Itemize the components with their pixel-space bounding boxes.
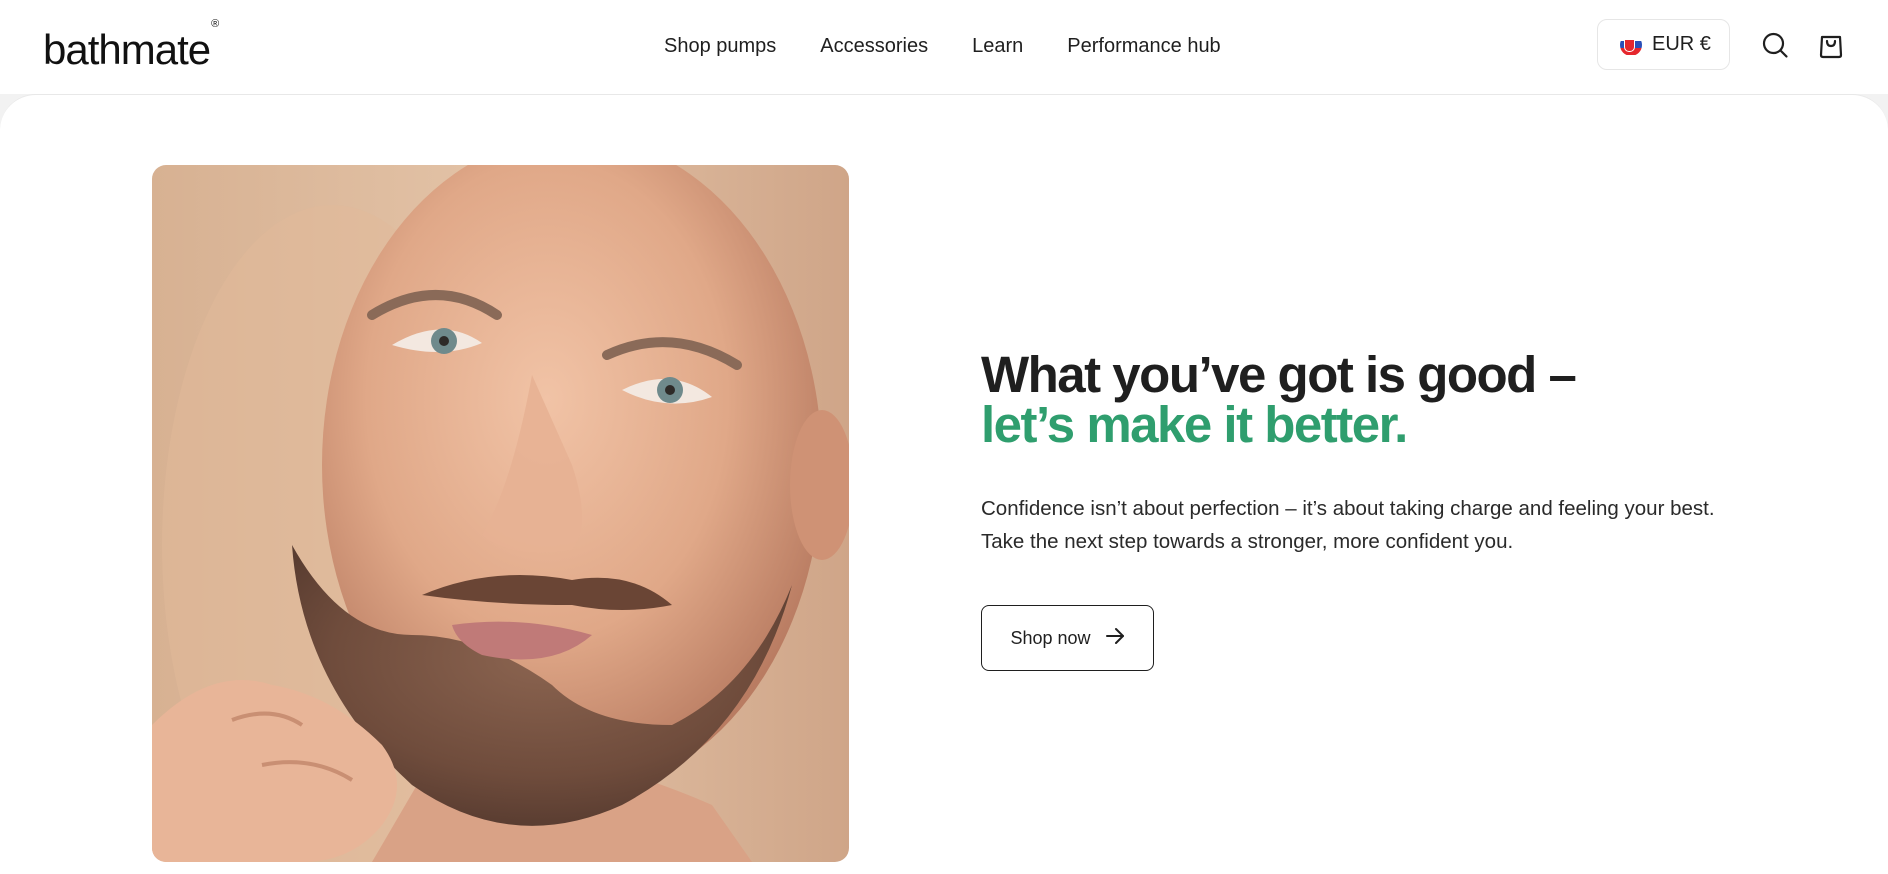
currency-label: EUR €	[1652, 33, 1711, 55]
bathmate-logo[interactable]: bathmate®	[43, 18, 219, 75]
search-icon[interactable]	[1761, 31, 1789, 59]
shop-now-button[interactable]: Shop now	[981, 605, 1154, 671]
headline-line-1: What you’ve got is good –	[981, 346, 1577, 403]
hero-headline: What you’ve got is good – let’s make it …	[981, 349, 1577, 453]
main-nav: Shop pumps Accessories Learn Performance…	[664, 30, 1221, 62]
nav-learn[interactable]: Learn	[972, 30, 1023, 62]
registered-mark: ®	[211, 18, 219, 30]
headline-line-2: let’s make it better.	[981, 396, 1408, 453]
shop-now-label: Shop now	[1010, 627, 1091, 648]
description-line-2: Take the next step towards a stronger, m…	[981, 530, 1514, 553]
arrow-right-icon	[1105, 627, 1125, 650]
currency-selector[interactable]: EUR €	[1597, 19, 1730, 70]
hero-section: What you’ve got is good – let’s make it …	[0, 94, 1888, 874]
shopping-bag-icon[interactable]	[1817, 31, 1845, 59]
hero-description: Confidence isn’t about perfection – it’s…	[981, 492, 1741, 558]
nav-shop-pumps[interactable]: Shop pumps	[664, 30, 776, 62]
site-header: bathmate® Shop pumps Accessories Learn P…	[0, 0, 1888, 94]
description-line-1: Confidence isn’t about perfection – it’s…	[981, 497, 1715, 520]
hero-portrait-image	[152, 165, 849, 862]
nav-accessories[interactable]: Accessories	[820, 30, 928, 62]
slovakia-flag-icon	[1620, 33, 1642, 56]
nav-performance-hub[interactable]: Performance hub	[1067, 30, 1220, 62]
logo-text: bathmate	[43, 26, 211, 73]
